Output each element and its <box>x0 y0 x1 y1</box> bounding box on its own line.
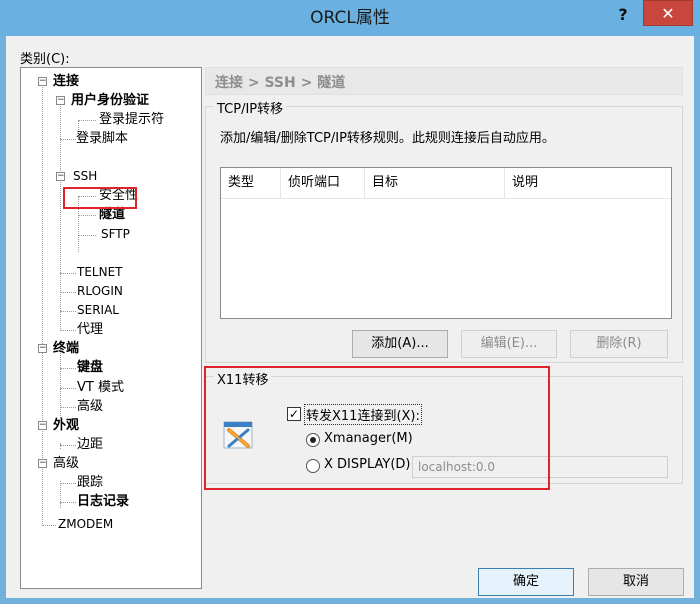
column-type[interactable]: 类型 <box>221 168 281 198</box>
column-description[interactable]: 说明 <box>505 168 671 198</box>
collapse-icon[interactable]: − <box>38 421 47 430</box>
cancel-button[interactable]: 取消 <box>588 568 684 596</box>
tree-item-keyboard[interactable]: 键盘 <box>77 358 103 377</box>
tree-line <box>60 443 61 449</box>
tree-line <box>60 311 76 312</box>
edit-rule-button[interactable]: 编辑(E)... <box>461 330 557 358</box>
tree-line <box>60 388 76 389</box>
tree-item-login-prompt[interactable]: 登录提示符 <box>99 110 164 129</box>
tree-item-sftp[interactable]: SFTP <box>101 225 130 244</box>
add-rule-button[interactable]: 添加(A)... <box>352 330 448 358</box>
tree-item-ssh[interactable]: SSH <box>73 167 97 186</box>
category-tree[interactable]: − 连接 − 用户身份验证 登录提示符 登录脚本 − SSH 安全性 隧道 SF… <box>20 67 202 589</box>
tree-item-user-auth[interactable]: 用户身份验证 <box>71 91 149 110</box>
tree-line <box>78 235 96 236</box>
tree-line <box>60 502 76 503</box>
properties-window: ORCL属性 ? ✕ 类别(C): − 连接 − 用户身份验证 登录提示符 登录… <box>0 0 700 604</box>
tree-line <box>60 407 76 408</box>
tree-item-logging[interactable]: 日志记录 <box>77 492 129 511</box>
dialog-body: 类别(C): − 连接 − 用户身份验证 登录提示符 登录脚本 − SSH 安全… <box>6 36 694 598</box>
tree-item-terminal[interactable]: 终端 <box>53 339 79 358</box>
collapse-icon[interactable]: − <box>38 77 47 86</box>
tree-item-connection[interactable]: 连接 <box>53 72 79 91</box>
tree-item-terminal-advanced[interactable]: 高级 <box>77 397 103 416</box>
column-target[interactable]: 目标 <box>365 168 505 198</box>
breadcrumb: 连接 > SSH > 隧道 <box>215 75 346 91</box>
tree-item-telnet[interactable]: TELNET <box>77 263 123 282</box>
tree-line <box>60 481 61 508</box>
tree-item-trace[interactable]: 跟踪 <box>77 473 103 492</box>
collapse-icon[interactable]: − <box>56 172 65 181</box>
tree-item-serial[interactable]: SERIAL <box>77 301 119 320</box>
tree-line <box>42 525 56 526</box>
tree-line <box>78 120 96 121</box>
tree-item-login-script[interactable]: 登录脚本 <box>76 129 128 148</box>
tree-line <box>60 101 61 331</box>
tree-line <box>60 273 76 274</box>
tree-line <box>60 139 76 140</box>
tree-line <box>60 368 76 369</box>
tree-line <box>60 292 76 293</box>
tree-line <box>60 445 76 446</box>
help-button[interactable]: ? <box>606 2 640 30</box>
collapse-icon[interactable]: − <box>38 459 47 468</box>
column-listen-port[interactable]: 侦听端口 <box>281 168 365 198</box>
delete-rule-button[interactable]: 删除(R) <box>570 330 668 358</box>
tcp-description: 添加/编辑/删除TCP/IP转移规则。此规则连接后自动应用。 <box>220 131 555 146</box>
close-button[interactable]: ✕ <box>643 0 693 26</box>
tcp-group-title: TCP/IP转移 <box>214 98 287 117</box>
tree-item-rlogin[interactable]: RLOGIN <box>77 282 123 301</box>
tree-item-advanced[interactable]: 高级 <box>53 454 79 473</box>
breadcrumb-bar: 连接 > SSH > 隧道 <box>205 67 683 95</box>
tunnel-highlight-box <box>63 187 137 209</box>
list-header: 类型 侦听端口 目标 说明 <box>221 168 671 199</box>
tree-line <box>60 330 76 331</box>
tree-line <box>60 483 76 484</box>
ok-button[interactable]: 确定 <box>478 568 574 596</box>
x11-highlight-box <box>204 366 550 490</box>
title-bar[interactable]: ORCL属性 ? ✕ <box>0 0 700 36</box>
tree-item-margins[interactable]: 边距 <box>77 435 103 454</box>
category-label: 类别(C): <box>20 52 70 67</box>
tree-line <box>78 215 96 216</box>
tcp-forwarding-group: TCP/IP转移 添加/编辑/删除TCP/IP转移规则。此规则连接后自动应用。 … <box>205 98 683 363</box>
collapse-icon[interactable]: − <box>56 96 65 105</box>
tree-item-zmodem[interactable]: ZMODEM <box>58 515 113 534</box>
tree-item-vt-mode[interactable]: VT 模式 <box>77 378 124 397</box>
window-title: ORCL属性 <box>310 8 390 28</box>
tree-item-proxy[interactable]: 代理 <box>77 320 103 339</box>
forwarding-rules-list[interactable]: 类型 侦听端口 目标 说明 <box>220 167 672 319</box>
collapse-icon[interactable]: − <box>38 344 47 353</box>
tree-item-appearance[interactable]: 外观 <box>53 416 79 435</box>
